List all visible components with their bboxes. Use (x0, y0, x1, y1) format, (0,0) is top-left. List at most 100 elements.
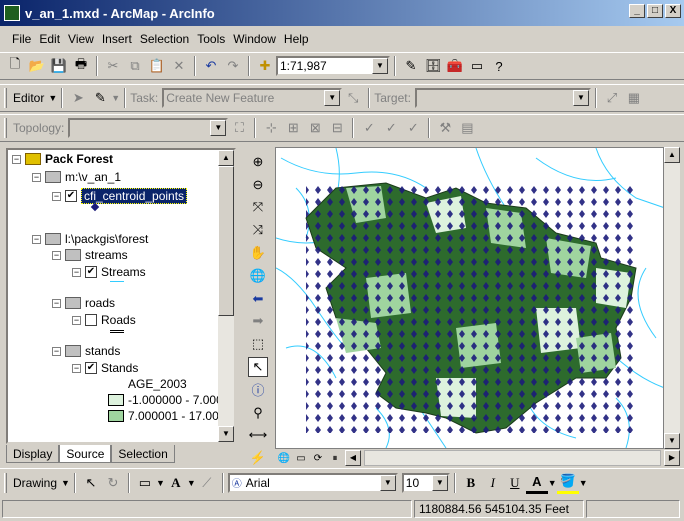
chevron-down-icon[interactable]: ▼ (431, 474, 448, 491)
select-elements-icon[interactable]: ↖ (80, 472, 102, 494)
chevron-down-icon[interactable]: ▼ (156, 478, 165, 488)
font-select[interactable]: Ⓐ Arial ▼ (227, 472, 398, 493)
map-view[interactable] (275, 147, 664, 449)
save-icon[interactable]: 💾 (48, 55, 70, 77)
collapse-icon[interactable]: − (52, 250, 61, 260)
new-document-icon[interactable]: 🗋 (4, 55, 26, 77)
target-select[interactable]: ▼ (414, 88, 591, 108)
identify-icon[interactable]: ⓘ (248, 380, 268, 400)
arccatalog-icon[interactable]: 🗄 (422, 55, 444, 77)
data-view-icon[interactable]: 🌐 (277, 451, 291, 465)
redo-icon[interactable]: ↷ (222, 55, 244, 77)
menu-help[interactable]: Help (280, 32, 313, 46)
planarize-icon[interactable]: ⊟ (326, 117, 348, 139)
chevron-down-icon[interactable]: ▼ (579, 478, 588, 488)
editor-toolbar-icon[interactable]: ✎ (400, 55, 422, 77)
validate-extent-icon[interactable]: ✓ (380, 117, 402, 139)
open-folder-icon[interactable]: 📂 (26, 55, 48, 77)
text-tool-icon[interactable]: A (165, 472, 187, 494)
measure-icon[interactable]: ⟷ (248, 425, 268, 445)
delete-icon[interactable]: ✕ (168, 55, 190, 77)
tab-source[interactable]: Source (59, 445, 112, 463)
rectangle-tool-icon[interactable]: ▭ (134, 472, 156, 494)
map-horizontal-scrollbar[interactable] (364, 450, 661, 466)
split-tool-icon[interactable]: ⤡ (342, 87, 364, 109)
tab-display[interactable]: Display (6, 445, 60, 463)
collapse-icon[interactable]: − (72, 267, 81, 277)
font-color-button[interactable]: A (525, 472, 548, 494)
rotate-tool-icon[interactable]: ⤢ (601, 87, 623, 109)
paste-icon[interactable]: 📋 (146, 55, 168, 77)
collapse-icon[interactable]: − (12, 154, 21, 164)
print-icon[interactable]: 🖶 (70, 55, 92, 77)
construct-features-icon[interactable]: ⊠ (304, 117, 326, 139)
copy-icon[interactable]: ⧉ (124, 55, 146, 77)
italic-button[interactable]: I (482, 472, 504, 494)
fixed-zoom-in-icon[interactable]: ⤧ (248, 198, 268, 218)
layer-name[interactable]: Streams (101, 265, 146, 279)
collapse-icon[interactable]: − (72, 363, 81, 373)
hyperlink-icon[interactable]: ⚡ (248, 448, 268, 468)
chevron-down-icon[interactable]: ▼ (324, 90, 341, 106)
menu-insert[interactable]: Insert (98, 32, 136, 46)
add-data-icon[interactable]: ✚ (254, 55, 276, 77)
cut-icon[interactable]: ✂ (102, 55, 124, 77)
collapse-icon[interactable]: − (32, 234, 41, 244)
refresh-icon[interactable]: ⟳ (311, 451, 325, 465)
menu-tools[interactable]: Tools (193, 32, 229, 46)
fill-color-icon[interactable]: 🪣 (556, 472, 579, 494)
chevron-down-icon[interactable]: ▼ (48, 93, 57, 103)
back-extent-icon[interactable]: ⬅ (248, 289, 268, 309)
whats-this-help-icon[interactable]: ? (488, 55, 510, 77)
scroll-right-icon[interactable]: ▶ (664, 450, 680, 466)
select-elements-icon[interactable]: ↖ (248, 357, 268, 377)
arctoolbox-icon[interactable]: 🧰 (444, 55, 466, 77)
validate-edit-icon[interactable]: ✓ (358, 117, 380, 139)
close-button[interactable]: X (665, 4, 681, 18)
chevron-down-icon[interactable]: ▼ (187, 478, 196, 488)
zoom-in-icon[interactable]: ⊕ (248, 152, 268, 172)
layer-checkbox[interactable]: ✔ (65, 190, 77, 202)
topology-edit-tool-icon[interactable]: ⊹ (260, 117, 282, 139)
chevron-down-icon[interactable]: ▼ (548, 478, 557, 488)
collapse-icon[interactable]: − (52, 346, 61, 356)
underline-button[interactable]: U (504, 472, 526, 494)
full-extent-globe-icon[interactable]: 🌐 (248, 266, 268, 286)
layer-checkbox[interactable]: ✔ (85, 266, 97, 278)
pan-hand-icon[interactable]: ✋ (248, 243, 268, 263)
scroll-left-icon[interactable]: ◀ (345, 450, 361, 466)
scroll-down-icon[interactable]: ▼ (218, 426, 234, 442)
layer-row[interactable]: − ✔ Stands (72, 361, 138, 375)
minimize-button[interactable]: _ (629, 4, 645, 18)
zoom-out-icon[interactable]: ⊖ (248, 175, 268, 195)
collapse-icon[interactable]: − (52, 298, 61, 308)
layer-name[interactable]: cfi_centroid_points (81, 188, 188, 204)
font-size-select[interactable]: 10 ▼ (401, 472, 450, 493)
map-topology-icon[interactable]: ⛶ (228, 117, 250, 139)
group-row[interactable]: − stands (52, 344, 120, 358)
fixed-zoom-out-icon[interactable]: ⤨ (248, 220, 268, 240)
collapse-icon[interactable]: − (72, 315, 81, 325)
menu-view[interactable]: View (64, 32, 98, 46)
sketch-tool-icon[interactable]: ✎ (89, 87, 111, 109)
layer-name[interactable]: Stands (101, 361, 138, 375)
show-shared-features-icon[interactable]: ⊞ (282, 117, 304, 139)
task-select[interactable]: Create New Feature ▼ (162, 88, 343, 108)
layout-view-icon[interactable]: ▭ (294, 451, 308, 465)
edit-vertices-icon[interactable]: ⟋ (196, 472, 218, 494)
map-scale-select[interactable]: 1:71,987 ▼ (276, 56, 390, 76)
pause-drawing-icon[interactable]: ⏸ (328, 451, 342, 465)
menu-selection[interactable]: Selection (136, 32, 193, 46)
forward-extent-icon[interactable]: ➡ (248, 311, 268, 331)
error-inspector-icon[interactable]: ▤ (456, 117, 478, 139)
group-row[interactable]: − l:\packgis\forest (32, 232, 148, 246)
maximize-button[interactable]: □ (647, 4, 663, 18)
validate-all-icon[interactable]: ✓ (402, 117, 424, 139)
chevron-down-icon[interactable]: ▼ (572, 90, 589, 106)
layer-row[interactable]: − Roads (72, 313, 136, 327)
menu-edit[interactable]: Edit (35, 32, 64, 46)
chevron-down-icon[interactable]: ▼ (379, 474, 396, 491)
chevron-down-icon[interactable]: ▼ (61, 478, 70, 488)
rotate-icon[interactable]: ↻ (102, 472, 124, 494)
chevron-down-icon[interactable]: ▼ (210, 120, 227, 136)
